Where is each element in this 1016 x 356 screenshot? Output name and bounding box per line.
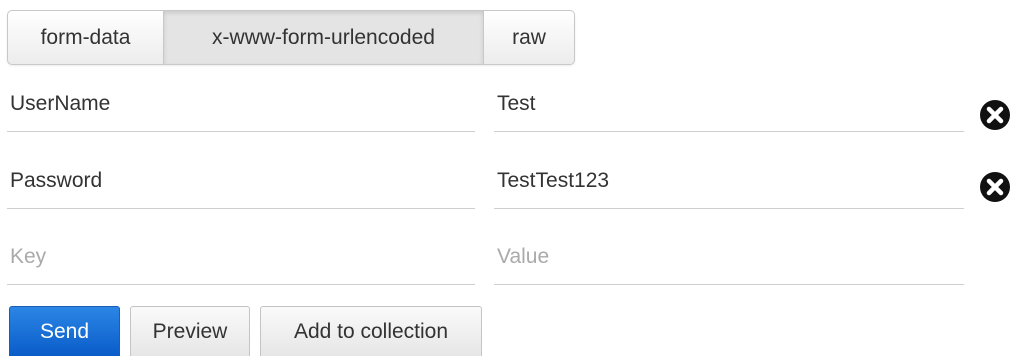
tab-raw[interactable]: raw (484, 11, 574, 64)
new-param-row: Key Value (0, 229, 1016, 289)
body-mode-tabs: form-data x-www-form-urlencoded raw (7, 10, 575, 65)
add-to-collection-button[interactable]: Add to collection (260, 306, 482, 356)
key-input[interactable]: Key (7, 229, 475, 285)
tab-form-data[interactable]: form-data (8, 11, 164, 64)
action-buttons: Send Preview Add to collection (9, 306, 482, 356)
param-value-field[interactable]: TestTest123 (494, 153, 964, 209)
param-value-field[interactable]: Test (494, 76, 964, 132)
param-key-field[interactable]: UserName (7, 76, 475, 132)
remove-circle-icon[interactable] (979, 171, 1011, 203)
param-row: Password TestTest123 (0, 153, 1016, 213)
param-key-field[interactable]: Password (7, 153, 475, 209)
param-row: UserName Test (0, 76, 1016, 136)
send-button[interactable]: Send (9, 306, 120, 356)
remove-circle-icon[interactable] (979, 99, 1011, 131)
tab-x-www-form-urlencoded[interactable]: x-www-form-urlencoded (164, 11, 484, 64)
request-body-editor: form-data x-www-form-urlencoded raw User… (0, 0, 1016, 356)
preview-button[interactable]: Preview (130, 306, 250, 356)
value-input[interactable]: Value (494, 229, 964, 285)
